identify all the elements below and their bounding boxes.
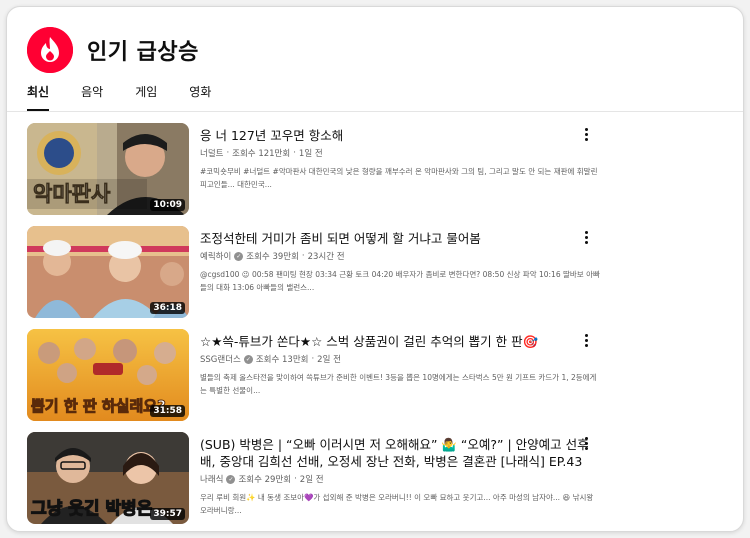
meta-separator: · <box>301 251 305 261</box>
video-title[interactable]: (SUB) 박병은 | “오빠 이러시면 저 오해해요” 🤷‍♂️ “오예?” … <box>200 436 600 470</box>
verified-check-icon: ✓ <box>234 251 244 261</box>
upload-age: 1일 전 <box>298 149 323 159</box>
video-info: 조정석한테 거미가 좀비 되면 어떻게 할 거냐고 물어봄 예릭하이 ✓ 조회수… <box>200 230 600 294</box>
page-header: 인기 급상승 <box>27 27 199 73</box>
video-item: 36:18 조정석한테 거미가 좀비 되면 어떻게 할 거냐고 물어봄 예릭하이… <box>27 226 727 329</box>
video-info: (SUB) 박병은 | “오빠 이러시면 저 오해해요” 🤷‍♂️ “오예?” … <box>200 436 600 517</box>
video-meta: SSG랜더스 ✓ 조회수 13만회 · 2일 전 <box>200 353 600 365</box>
video-item: 그냥 웃긴 박병은 39:57 (SUB) 박병은 | “오빠 이러시면 저 오… <box>27 432 727 531</box>
video-duration: 36:18 <box>150 302 185 314</box>
view-count: 조회수 121만회 <box>232 149 291 159</box>
meta-separator: · <box>226 148 230 158</box>
video-title[interactable]: 응 너 127년 꼬우면 항소해 <box>200 127 600 144</box>
video-meta: 나래식 ✓ 조회수 29만회 · 2일 전 <box>200 473 600 485</box>
tab-bar: 최신 음악 게임 영화 <box>27 83 243 111</box>
view-count: 조회수 29만회 <box>238 475 292 485</box>
video-description: 별들의 축제 올스타전을 맞이하여 쓱튜브가 준비한 이벤트! 3등을 뽑은 1… <box>200 373 597 395</box>
video-duration: 39:57 <box>150 508 185 520</box>
channel-name[interactable]: 너덜트 <box>200 147 223 159</box>
video-duration: 10:09 <box>150 199 185 211</box>
verified-check-icon: ✓ <box>226 474 236 484</box>
video-description: 우리 루비 회원✨ 내 동생 조보아💜가 섭외해 준 박병은 오라버니!! 이 … <box>200 493 594 515</box>
more-options-icon[interactable] <box>579 127 593 143</box>
video-item: 뽑기 한 판 하실래요? 31:58 ☆★쓱-튜브가 쏜다★☆ 스벅 상품권이 … <box>27 329 727 432</box>
video-title[interactable]: ☆★쓱-튜브가 쏜다★☆ 스벅 상품권이 걸린 추억의 뽑기 한 판🎯 <box>200 333 600 350</box>
video-title[interactable]: 조정석한테 거미가 좀비 되면 어떻게 할 거냐고 물어봄 <box>200 230 600 247</box>
video-duration: 31:58 <box>150 405 185 417</box>
video-description: @cgsd100 😉 00:58 팬미팅 현장 03:34 근황 토크 04:2… <box>200 270 600 292</box>
video-meta: 예릭하이 ✓ 조회수 39만회 · 23시간 전 <box>200 250 600 262</box>
meta-separator: · <box>311 354 315 364</box>
more-options-icon[interactable] <box>579 333 593 349</box>
tab-divider <box>7 111 743 112</box>
upload-age: 2일 전 <box>317 355 341 365</box>
video-item: 악마판사 10:09 응 너 127년 꼬우면 항소해 너덜트 · 조회수 12… <box>27 123 727 226</box>
video-thumbnail[interactable]: 뽑기 한 판 하실래요? 31:58 <box>27 329 189 421</box>
tab-music[interactable]: 음악 <box>81 83 103 111</box>
channel-name[interactable]: SSG랜더스 <box>200 353 241 365</box>
video-info: ☆★쓱-튜브가 쏜다★☆ 스벅 상품권이 걸린 추억의 뽑기 한 판🎯 SSG랜… <box>200 333 600 397</box>
video-description: #코믹숏무비 #너덜트 #악마판사 대한민국의 낮은 형량을 깨부수러 온 악마… <box>200 167 598 189</box>
video-meta: 너덜트 · 조회수 121만회 · 1일 전 <box>200 147 600 159</box>
video-thumbnail[interactable]: 36:18 <box>27 226 189 318</box>
video-thumbnail[interactable]: 그냥 웃긴 박병은 39:57 <box>27 432 189 524</box>
view-count: 조회수 39만회 <box>246 252 299 262</box>
tab-latest[interactable]: 최신 <box>27 83 50 111</box>
page-title: 인기 급상승 <box>87 40 199 65</box>
thumbnail-caption: 뽑기 한 판 하실래요? <box>31 397 166 415</box>
more-options-icon[interactable] <box>579 436 593 452</box>
channel-name[interactable]: 나래식 <box>200 473 223 485</box>
verified-check-icon: ✓ <box>243 354 253 364</box>
thumbnail-caption: 그냥 웃긴 박병은 <box>31 499 153 519</box>
thumbnail-caption: 악마판사 <box>33 182 111 206</box>
upload-age: 2일 전 <box>299 475 324 485</box>
app-window: 인기 급상승 최신 음악 게임 영화 악마판사 10:09 응 너 127년 꼬… <box>6 6 744 532</box>
video-thumbnail[interactable]: 악마판사 10:09 <box>27 123 189 215</box>
trending-flame-icon <box>27 27 73 73</box>
upload-age: 23시간 전 <box>307 252 345 262</box>
meta-separator: · <box>293 148 296 158</box>
video-info: 응 너 127년 꼬우면 항소해 너덜트 · 조회수 121만회 · 1일 전 … <box>200 127 600 191</box>
tab-movies[interactable]: 영화 <box>189 83 211 111</box>
meta-separator: · <box>294 474 297 484</box>
more-options-icon[interactable] <box>579 230 593 246</box>
tab-gaming[interactable]: 게임 <box>135 83 157 111</box>
channel-name[interactable]: 예릭하이 <box>200 250 231 262</box>
video-list: 악마판사 10:09 응 너 127년 꼬우면 항소해 너덜트 · 조회수 12… <box>27 123 727 531</box>
view-count: 조회수 13만회 <box>255 355 309 365</box>
